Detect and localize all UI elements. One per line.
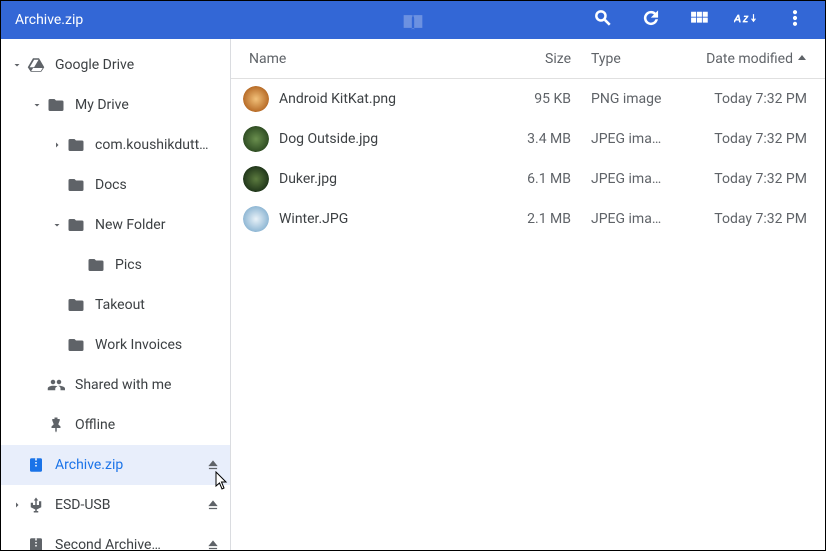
sidebar-item[interactable]: ESD-USB: [1, 485, 230, 525]
sidebar-item[interactable]: Docs: [1, 165, 230, 205]
zip-icon: [25, 534, 47, 550]
refresh-icon: [641, 8, 661, 32]
sidebar-item-label: Google Drive: [55, 57, 222, 73]
sidebar-item-label: My Drive: [75, 97, 222, 113]
file-date: Today 7:32 PM: [695, 171, 825, 187]
file-rows[interactable]: Android KitKat.png95 KBPNG imageToday 7:…: [231, 79, 825, 550]
chevron-down-icon[interactable]: [49, 217, 65, 233]
file-row[interactable]: Dog Outside.jpg 3.4 MBJPEG ima…Today 7:32…: [231, 119, 825, 159]
file-size: 3.4 MB: [495, 131, 585, 147]
usb-icon: [25, 494, 47, 516]
sidebar-item[interactable]: Work Invoices: [1, 325, 230, 365]
file-name: Duker.jpg: [279, 171, 337, 187]
chevron-right-icon[interactable]: [49, 137, 65, 153]
file-date: Today 7:32 PM: [695, 91, 825, 107]
sidebar-item[interactable]: New Folder: [1, 205, 230, 245]
file-row[interactable]: Winter.JPG 2.1 MBJPEG ima…Today 7:32 PM: [231, 199, 825, 239]
col-type[interactable]: Type: [585, 51, 695, 67]
sort-az-icon: AZ: [734, 10, 760, 30]
toolbar-actions: AZ: [581, 1, 817, 39]
eject-button[interactable]: [204, 538, 222, 550]
app-window: Archive.zip AZ: [0, 0, 826, 551]
search-button[interactable]: [581, 1, 625, 39]
sidebar-item[interactable]: My Drive: [1, 85, 230, 125]
sidebar-item-label: Archive.zip: [55, 457, 204, 473]
file-thumbnail: [243, 126, 269, 152]
sidebar-item[interactable]: Takeout: [1, 285, 230, 325]
window-title: Archive.zip: [15, 12, 83, 28]
file-name: Android KitKat.png: [279, 91, 396, 107]
file-type: JPEG ima…: [585, 211, 695, 227]
file-size: 6.1 MB: [495, 171, 585, 187]
sidebar-item[interactable]: Archive.zip: [1, 445, 230, 485]
sidebar-item-label: New Folder: [95, 217, 222, 233]
more-button[interactable]: [773, 1, 817, 39]
folder-icon: [65, 134, 87, 156]
drive-icon: [25, 54, 47, 76]
col-size[interactable]: Size: [495, 51, 585, 67]
view-grid-button[interactable]: [677, 1, 721, 39]
sidebar-item-label: Takeout: [95, 297, 222, 313]
file-date: Today 7:32 PM: [695, 211, 825, 227]
file-thumbnail: [243, 86, 269, 112]
pin-icon: [45, 414, 67, 436]
col-name[interactable]: Name: [231, 51, 495, 67]
sidebar-item[interactable]: Pics: [1, 245, 230, 285]
more-vertical-icon: [785, 8, 805, 32]
watermark: [396, 10, 430, 42]
sidebar-item[interactable]: Shared with me: [1, 365, 230, 405]
eject-button[interactable]: [204, 458, 222, 472]
file-name: Dog Outside.jpg: [279, 131, 378, 147]
chevron-down-icon[interactable]: [29, 97, 45, 113]
sidebar-item-label: Second Archive…: [55, 537, 204, 550]
file-type: PNG image: [585, 91, 695, 107]
sidebar-item-label: Work Invoices: [95, 337, 222, 353]
file-size: 95 KB: [495, 91, 585, 107]
chevron-down-icon[interactable]: [9, 57, 25, 73]
sort-asc-icon: [797, 51, 807, 67]
folder-icon: [65, 214, 87, 236]
sidebar-item[interactable]: Offline: [1, 405, 230, 445]
file-type: JPEG ima…: [585, 171, 695, 187]
folder-icon: [65, 174, 87, 196]
file-thumbnail: [243, 206, 269, 232]
sidebar-item-label: ESD-USB: [55, 497, 204, 513]
sidebar-item[interactable]: com.koushikdutt…: [1, 125, 230, 165]
search-icon: [593, 8, 613, 32]
col-date[interactable]: Date modified: [695, 51, 825, 67]
sidebar[interactable]: Google Drive My Drive com.koushikdutt… Docs…: [1, 39, 231, 550]
refresh-button[interactable]: [629, 1, 673, 39]
file-type: JPEG ima…: [585, 131, 695, 147]
content-pane: Name Size Type Date modified Android Kit…: [231, 39, 825, 550]
sidebar-item-label: com.koushikdutt…: [95, 137, 222, 153]
sidebar-item-label: Docs: [95, 177, 222, 193]
sidebar-item-label: Shared with me: [75, 377, 222, 393]
column-header: Name Size Type Date modified: [231, 39, 825, 79]
folder-icon: [85, 254, 107, 276]
file-name: Winter.JPG: [279, 211, 348, 227]
folder-icon: [45, 94, 67, 116]
svg-text:A: A: [734, 14, 741, 25]
file-size: 2.1 MB: [495, 211, 585, 227]
eject-button[interactable]: [204, 498, 222, 512]
sidebar-item-label: Pics: [115, 257, 222, 273]
sidebar-item-label: Offline: [75, 417, 222, 433]
folder-icon: [65, 294, 87, 316]
folder-icon: [65, 334, 87, 356]
grid-icon: [689, 8, 709, 32]
file-row[interactable]: Android KitKat.png 95 KBPNG imageToday 7:…: [231, 79, 825, 119]
zip-icon: [25, 454, 47, 476]
toolbar: Archive.zip AZ: [1, 1, 825, 39]
shared-icon: [45, 374, 67, 396]
file-date: Today 7:32 PM: [695, 131, 825, 147]
file-thumbnail: [243, 166, 269, 192]
svg-text:Z: Z: [742, 15, 748, 24]
sidebar-item[interactable]: Second Archive…: [1, 525, 230, 550]
file-row[interactable]: Duker.jpg 6.1 MBJPEG ima…Today 7:32 PM: [231, 159, 825, 199]
sort-button[interactable]: AZ: [725, 1, 769, 39]
chevron-right-icon[interactable]: [9, 497, 25, 513]
col-date-label: Date modified: [706, 51, 793, 67]
sidebar-item[interactable]: Google Drive: [1, 45, 230, 85]
body: Google Drive My Drive com.koushikdutt… Docs…: [1, 39, 825, 550]
